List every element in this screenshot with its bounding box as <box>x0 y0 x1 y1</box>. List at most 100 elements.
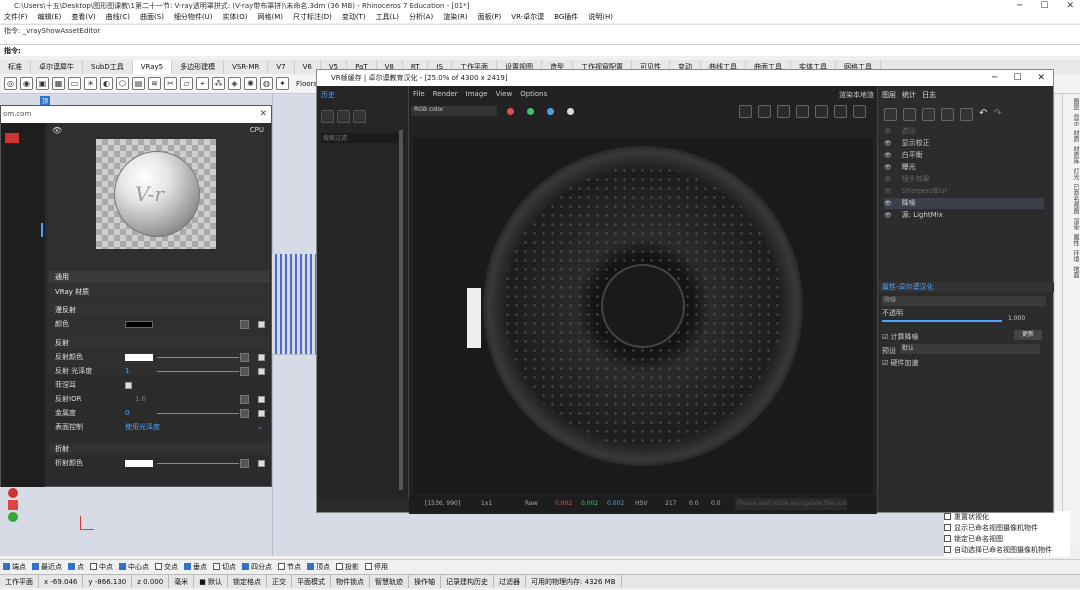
menu-item[interactable]: 工具(L) <box>376 12 399 23</box>
layer-name-field[interactable]: 降噪 <box>882 296 1046 306</box>
menu-item[interactable]: 渲染(R) <box>443 12 467 23</box>
right-tab-3[interactable]: 材质库 <box>1065 146 1079 164</box>
diffuse-checkbox[interactable] <box>258 321 265 328</box>
gloss-texture-slot[interactable] <box>240 367 249 376</box>
snap-checkbox[interactable] <box>307 563 314 570</box>
eye-icon[interactable]: 👁 <box>884 188 892 195</box>
snap-checkbox[interactable] <box>213 563 220 570</box>
menu-item[interactable]: 查看(V) <box>71 12 95 23</box>
section-refraction[interactable]: 折射 <box>49 443 270 455</box>
vray-scatter-icon[interactable]: ⁂ <box>212 77 225 90</box>
section-reflection[interactable]: 反射 <box>49 337 270 349</box>
menu-item[interactable]: 曲线(C) <box>106 12 130 23</box>
vray-fur-icon[interactable]: ≋ <box>148 77 161 90</box>
save-image-icon[interactable] <box>739 105 752 118</box>
metal-checkbox[interactable] <box>258 410 265 417</box>
tab-3[interactable]: VRay5 <box>132 60 173 74</box>
refr-swatch[interactable] <box>125 460 153 467</box>
material-name[interactable]: VRay 材质 <box>49 286 270 298</box>
menu-item[interactable]: 变动(T) <box>342 12 366 23</box>
asset-list-sidebar[interactable] <box>1 123 45 487</box>
status-button-4[interactable]: 智慧轨迹 <box>370 575 410 588</box>
history-load-icon[interactable] <box>337 110 350 123</box>
vfb-menu-item[interactable]: File <box>413 90 425 98</box>
eye-icon[interactable]: 👁 <box>884 200 892 207</box>
right-tab-7[interactable]: 属性 <box>1065 234 1079 246</box>
chevron-down-icon[interactable]: ⌄ <box>257 421 263 434</box>
metalness-slider[interactable] <box>157 413 239 414</box>
hardware-accel[interactable]: ☑ 硬件加速 <box>882 358 919 368</box>
globe-icon[interactable] <box>8 512 18 522</box>
named-view-option[interactable]: 自动选择已命名视图摄像机物件 <box>944 544 1070 555</box>
vfb-menu-item[interactable]: Options <box>520 90 547 98</box>
layer-row[interactable]: 👁 曝光 <box>884 162 916 173</box>
vray-asset-editor-icon[interactable]: ▦ <box>52 77 65 90</box>
render-icon[interactable] <box>834 105 847 118</box>
snap-checkbox[interactable] <box>365 563 372 570</box>
vray-proxy-icon[interactable]: ▤ <box>132 77 145 90</box>
snap-9[interactable]: 节点 <box>278 560 301 573</box>
maximize-icon[interactable]: ☐ <box>1013 70 1021 86</box>
snap-1[interactable]: 最近点 <box>32 560 62 573</box>
menu-item[interactable]: VR-卓尔谟 <box>511 12 544 23</box>
right-tab-2[interactable]: 材质 <box>1065 130 1079 142</box>
checkbox-icon[interactable] <box>944 535 951 542</box>
remove-layer-icon[interactable] <box>903 108 916 121</box>
maximize-icon[interactable]: ☐ <box>1040 0 1048 12</box>
ior-checkbox[interactable] <box>258 396 265 403</box>
right-tab-1[interactable]: 显示 <box>1065 114 1079 126</box>
eye-icon[interactable]: 👁 <box>884 140 892 147</box>
layer-row[interactable]: 👁 选出 <box>884 126 916 137</box>
menu-item[interactable]: 网格(M) <box>258 12 284 23</box>
vray-env-icon[interactable]: ◍ <box>260 77 273 90</box>
section-diffuse[interactable]: 漫反射 <box>49 304 270 316</box>
vray-camera-icon[interactable]: ⌖ <box>196 77 209 90</box>
floors-label[interactable]: Floors <box>296 80 317 88</box>
named-view-option[interactable]: 锁定已命名视图 <box>944 533 1070 544</box>
add-layer-icon[interactable] <box>884 108 897 121</box>
snap-checkbox[interactable] <box>242 563 249 570</box>
cplane-label[interactable]: 工作平面 <box>0 575 39 588</box>
vray-sun-icon[interactable]: ✺ <box>244 77 257 90</box>
redo-icon[interactable]: ↷ <box>993 108 1001 121</box>
right-tab-4[interactable]: 灯光 <box>1065 168 1079 180</box>
snap-6[interactable]: 垂点 <box>184 560 207 573</box>
menu-item[interactable]: 尺寸标注(D) <box>293 12 332 23</box>
unit-label[interactable]: 毫米 <box>169 575 195 588</box>
diffuse-texture-slot[interactable] <box>240 320 249 329</box>
update-button[interactable]: 更新 <box>1014 330 1042 340</box>
gloss-slider[interactable] <box>157 371 239 372</box>
mono-channel-icon[interactable] <box>567 108 574 115</box>
right-tab-6[interactable]: 渲染 <box>1065 218 1079 230</box>
right-tab-8[interactable]: 环境 <box>1065 250 1079 262</box>
snap-12[interactable]: 停用 <box>365 560 388 573</box>
refl-checkbox[interactable] <box>258 354 265 361</box>
snap-2[interactable]: 点 <box>68 560 84 573</box>
layer-row[interactable]: 👁 Sharpen/Blur <box>884 186 947 197</box>
tab-4[interactable]: 多边形建模 <box>172 60 225 74</box>
rendered-image[interactable] <box>413 138 873 494</box>
tab-0[interactable]: 标准 <box>0 60 31 74</box>
menu-item[interactable]: BG插件 <box>554 12 578 23</box>
snap-0[interactable]: 端点 <box>3 560 26 573</box>
menu-item[interactable]: 文件(F) <box>4 12 28 23</box>
status-button-1[interactable]: 正交 <box>267 575 293 588</box>
status-button-0[interactable]: 锁定格点 <box>228 575 268 588</box>
snap-checkbox[interactable] <box>184 563 191 570</box>
snap-checkbox[interactable] <box>278 563 285 570</box>
checkbox-icon[interactable] <box>944 524 951 531</box>
refr-texture-slot[interactable] <box>240 459 249 468</box>
menu-item[interactable]: 实体(O) <box>223 12 248 23</box>
eye-icon[interactable]: 👁 <box>884 152 892 159</box>
menu-item[interactable]: 说明(H) <box>588 12 613 23</box>
history-search[interactable]: 搜索过滤 <box>321 133 404 143</box>
layer-row[interactable]: 👁 显示校正 <box>884 138 930 149</box>
vray-mesh-icon[interactable]: ⬡ <box>116 77 129 90</box>
clear-image-icon[interactable] <box>777 105 790 118</box>
blue-channel-icon[interactable] <box>547 108 554 115</box>
render-engine-label[interactable]: CPU <box>250 126 264 134</box>
command-prompt[interactable]: 指令: <box>0 44 1080 56</box>
layer-row[interactable]: 👁 降噪 <box>884 198 1044 209</box>
minimize-icon[interactable]: ─ <box>992 70 997 86</box>
snap-11[interactable]: 投影 <box>336 560 359 573</box>
